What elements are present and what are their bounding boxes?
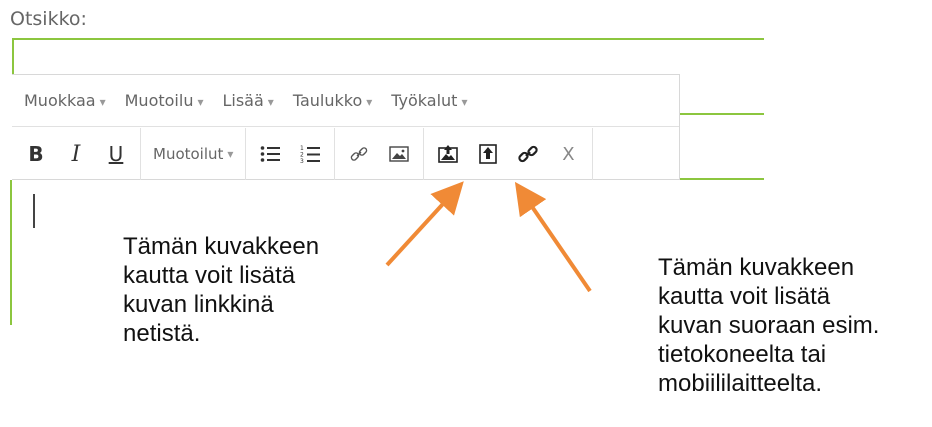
annotation-right: Tämän kuvakkeen kautta voit lisätä kuvan… <box>658 254 880 397</box>
arrow-to-image-icon <box>385 181 464 267</box>
annotation-left: Tämän kuvakkeen kautta voit lisätä kuvan… <box>123 233 320 347</box>
arrow-to-upload-icon <box>514 181 592 293</box>
